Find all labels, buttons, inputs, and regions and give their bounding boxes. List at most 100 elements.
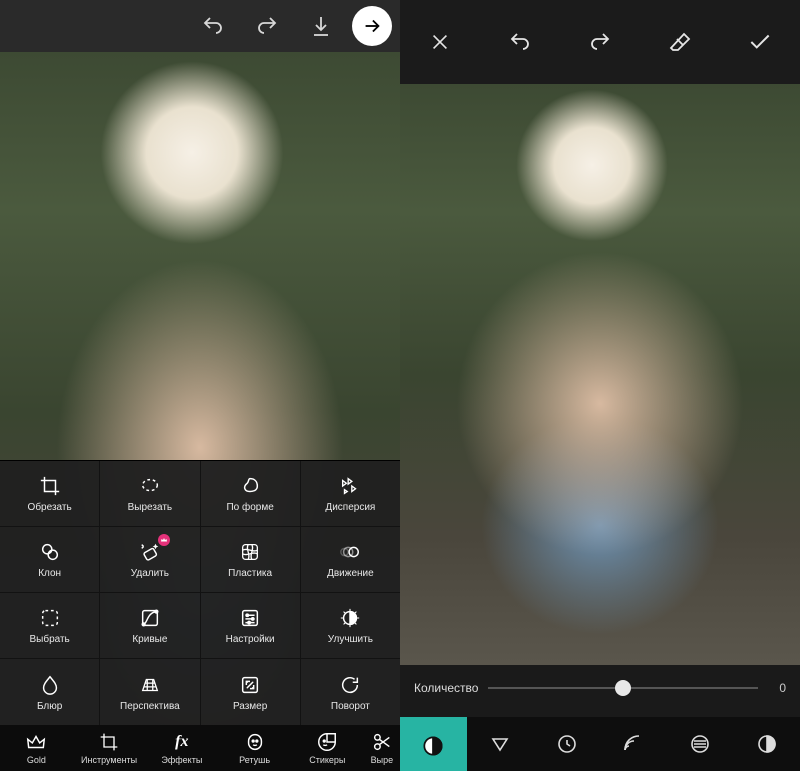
- canvas-photo[interactable]: [400, 84, 800, 665]
- slider-track[interactable]: [488, 678, 758, 698]
- tool-label: Вырезать: [128, 502, 172, 513]
- download-button[interactable]: [294, 0, 348, 52]
- perspective-tool[interactable]: Перспектива: [100, 659, 200, 725]
- dispersion-tool[interactable]: Дисперсия: [301, 461, 400, 526]
- tool-label: Дисперсия: [325, 502, 375, 513]
- fx-triangle[interactable]: [467, 717, 534, 771]
- premium-badge: [158, 534, 170, 546]
- fx-half[interactable]: [733, 717, 800, 771]
- tool-label: Поворот: [331, 701, 370, 712]
- plastic-tool[interactable]: Пластика: [201, 527, 301, 592]
- tool-label: Перспектива: [120, 701, 180, 712]
- retouch-tab[interactable]: Ретушь: [218, 725, 291, 771]
- stickers-tab[interactable]: Стикеры: [291, 725, 364, 771]
- next-button[interactable]: [352, 6, 392, 46]
- tool-label: Кривые: [132, 634, 167, 645]
- clone-icon: [38, 540, 62, 564]
- tool-label: Размер: [233, 701, 267, 712]
- redo-icon: [255, 14, 279, 38]
- undo-button[interactable]: [480, 16, 560, 68]
- warp-grid-icon: [238, 540, 262, 564]
- tools-tab[interactable]: Инструменты: [73, 725, 146, 771]
- half-circle-icon: [420, 733, 446, 759]
- tool-label: Движение: [327, 568, 374, 579]
- resize-icon: [238, 673, 262, 697]
- gold-tab[interactable]: Gold: [0, 725, 73, 771]
- scissors-icon: [371, 731, 393, 753]
- close-button[interactable]: [400, 16, 480, 68]
- tool-label: Пластика: [228, 568, 272, 579]
- tab-label: Эффекты: [161, 755, 202, 765]
- crop-icon: [98, 731, 120, 753]
- tool-label: Выбрать: [29, 634, 69, 645]
- fx-bar: [400, 717, 800, 771]
- dispersion-icon: [338, 474, 362, 498]
- sticker-icon: [316, 731, 338, 753]
- fx-clock[interactable]: [533, 717, 600, 771]
- effects-tab[interactable]: fx Эффекты: [145, 725, 218, 771]
- crop-tool[interactable]: Обрезать: [0, 461, 100, 526]
- amount-slider: Количество 0: [400, 665, 800, 717]
- sliders-icon: [238, 606, 262, 630]
- left-bottombar: Gold Инструменты fx Эффекты Ретушь Стике…: [0, 725, 400, 771]
- cut-tab[interactable]: Выре: [364, 725, 400, 771]
- half-circle2-icon: [755, 732, 779, 756]
- tool-label: Обрезать: [28, 502, 72, 513]
- tool-grid: Обрезать Вырезать По форме Дисперсия: [0, 460, 400, 725]
- fx-stripes[interactable]: [667, 717, 734, 771]
- perspective-icon: [138, 673, 162, 697]
- select-tool[interactable]: Выбрать: [0, 593, 100, 658]
- curves-tool[interactable]: Кривые: [100, 593, 200, 658]
- apply-button[interactable]: [720, 16, 800, 68]
- rotate-tool[interactable]: Поворот: [301, 659, 400, 725]
- rotate-icon: [338, 673, 362, 697]
- shape-icon: [238, 474, 262, 498]
- remove-tool[interactable]: Удалить: [100, 527, 200, 592]
- check-icon: [747, 29, 773, 55]
- undo-button[interactable]: [186, 0, 240, 52]
- left-topbar: [0, 0, 400, 52]
- size-tool[interactable]: Размер: [201, 659, 301, 725]
- slider-value: 0: [768, 681, 786, 695]
- download-icon: [309, 14, 333, 38]
- cut-tool[interactable]: Вырезать: [100, 461, 200, 526]
- lasso-icon: [138, 474, 162, 498]
- crown-icon: [25, 731, 47, 753]
- redo-button[interactable]: [240, 0, 294, 52]
- blur-icon: [38, 673, 62, 697]
- tool-label: Настройки: [226, 634, 275, 645]
- clock-icon: [555, 732, 579, 756]
- clone-tool[interactable]: Клон: [0, 527, 100, 592]
- tool-label: По форме: [226, 502, 273, 513]
- crop-icon: [38, 474, 62, 498]
- redo-button[interactable]: [560, 16, 640, 68]
- settings-tool[interactable]: Настройки: [201, 593, 301, 658]
- striped-circle-icon: [688, 732, 712, 756]
- tab-label: Gold: [27, 755, 46, 765]
- tab-label: Стикеры: [309, 755, 345, 765]
- fx-arcs[interactable]: [600, 717, 667, 771]
- tool-label: Улучшить: [328, 634, 373, 645]
- shape-tool[interactable]: По форме: [201, 461, 301, 526]
- face-icon: [244, 731, 266, 753]
- select-rect-icon: [38, 606, 62, 630]
- close-icon: [429, 31, 451, 53]
- motion-tool[interactable]: Движение: [301, 527, 400, 592]
- eraser-button[interactable]: [640, 16, 720, 68]
- slider-label: Количество: [414, 681, 478, 695]
- tool-label: Клон: [38, 568, 61, 579]
- right-topbar: [400, 0, 800, 84]
- motion-icon: [338, 540, 362, 564]
- undo-icon: [508, 30, 532, 54]
- tab-label: Выре: [371, 755, 393, 765]
- fx-contrast[interactable]: [400, 717, 467, 771]
- enhance-tool[interactable]: Улучшить: [301, 593, 400, 658]
- tool-label: Блюр: [37, 701, 62, 712]
- arcs-icon: [620, 732, 646, 756]
- tab-label: Инструменты: [81, 755, 137, 765]
- fx-icon: fx: [171, 731, 193, 753]
- blur-tool[interactable]: Блюр: [0, 659, 100, 725]
- eraser-icon: [668, 30, 692, 54]
- slider-knob[interactable]: [615, 680, 631, 696]
- redo-icon: [588, 30, 612, 54]
